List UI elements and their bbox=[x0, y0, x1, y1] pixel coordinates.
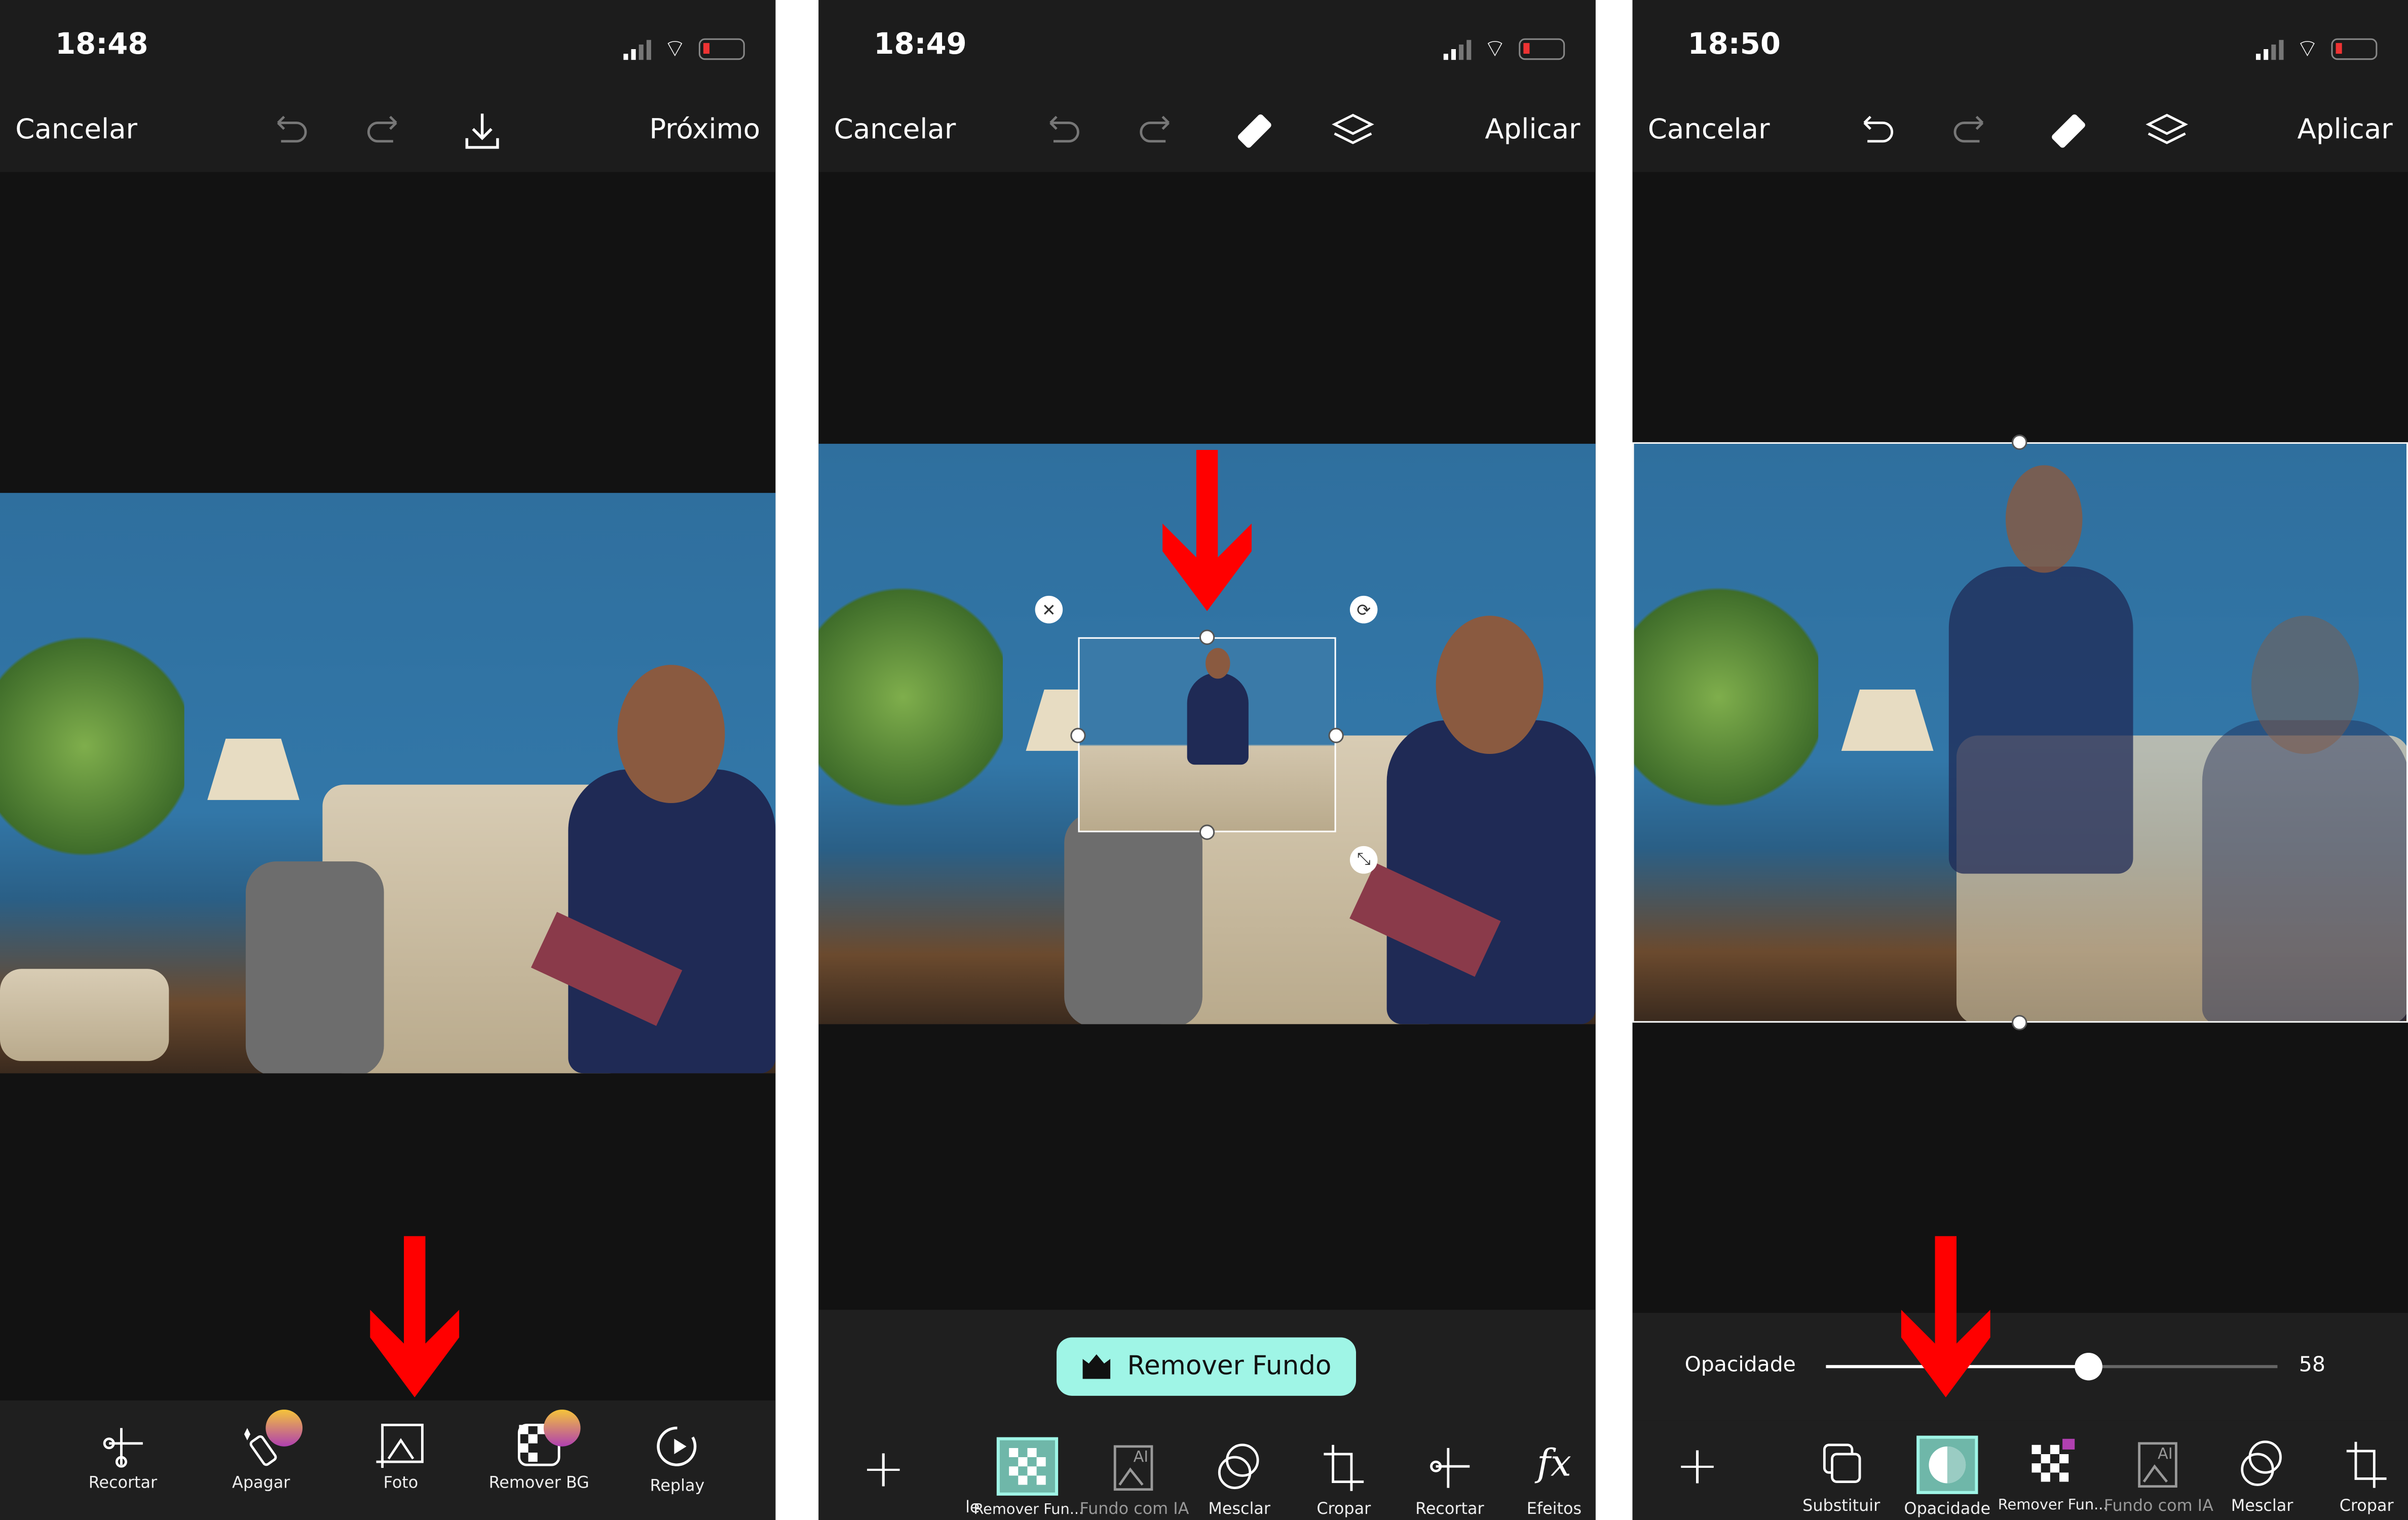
signal-icon bbox=[2255, 39, 2284, 59]
opacity-label: Opacidade bbox=[1684, 1352, 1796, 1378]
undo-icon[interactable] bbox=[1038, 107, 1084, 154]
delete-layer-icon[interactable]: ✕ bbox=[1035, 595, 1063, 624]
resize-handle-top[interactable] bbox=[1199, 629, 1215, 645]
crop-icon bbox=[1324, 1445, 1364, 1491]
red-arrow-annotation bbox=[370, 1236, 460, 1397]
cancel-button[interactable]: Cancelar bbox=[1648, 113, 1770, 146]
tool-mesclar[interactable]: Mesclar bbox=[1186, 1442, 1293, 1518]
remove-bg-icon bbox=[2031, 1438, 2075, 1482]
inserted-photo-layer[interactable] bbox=[1078, 637, 1336, 832]
editor-panel-1: 18:48 ⌔ Cancelar Próximo rs Recortar Apa… bbox=[0, 0, 776, 1520]
premium-crown-icon bbox=[543, 1410, 581, 1447]
signal-icon bbox=[623, 39, 651, 59]
opacity-slider-panel: Opacidade 58 bbox=[1632, 1313, 2408, 1421]
add-layer-button[interactable]: + bbox=[861, 1439, 905, 1500]
fx-icon: fx bbox=[1536, 1441, 1571, 1485]
resize-handle-top[interactable] bbox=[2012, 434, 2027, 450]
slider-thumb[interactable] bbox=[2074, 1352, 2102, 1381]
undo-icon[interactable] bbox=[266, 107, 312, 154]
tool-partial[interactable]: le bbox=[918, 1437, 980, 1517]
tool-fundo-com-ia[interactable]: AI Fundo com IA bbox=[1080, 1442, 1189, 1518]
wifi-icon: ⌔ bbox=[663, 33, 687, 63]
undo-icon[interactable] bbox=[1852, 107, 1898, 154]
tool-remover-fundo[interactable]: Remover Fun... bbox=[973, 1437, 1083, 1518]
scale-icon[interactable]: ⤡ bbox=[1349, 846, 1378, 874]
tool-mesclar[interactable]: Mesclar bbox=[2208, 1439, 2316, 1515]
editor-panel-3: 18:50 ⌔ Cancelar Aplicar Opacidade 58 + … bbox=[1632, 0, 2408, 1520]
bottom-toolbar: Remover Fundo + le Remover Fun... AI Fund… bbox=[818, 1310, 1596, 1520]
resize-handle-right[interactable] bbox=[1328, 728, 1344, 743]
tool-cropar[interactable]: Cropar bbox=[2313, 1439, 2408, 1515]
premium-crown-icon bbox=[266, 1410, 303, 1447]
bottom-toolbar: + Substituir Opacidade Remover Fun... AI… bbox=[1632, 1420, 2408, 1520]
battery-icon bbox=[698, 38, 745, 60]
tool-replay[interactable]: Replay bbox=[623, 1422, 731, 1496]
signal-icon bbox=[1443, 39, 1472, 59]
resize-handle-bottom[interactable] bbox=[1199, 824, 1215, 840]
ai-background-icon: AI bbox=[1113, 1445, 1153, 1491]
eraser-icon[interactable] bbox=[1233, 107, 1280, 154]
replace-icon bbox=[1823, 1443, 1861, 1483]
redo-icon[interactable] bbox=[362, 107, 408, 154]
remove-background-button[interactable]: Remover Fundo bbox=[1057, 1337, 1357, 1396]
apply-button[interactable]: Aplicar bbox=[2298, 113, 2393, 146]
blend-icon bbox=[1218, 1443, 1259, 1490]
blend-icon bbox=[2241, 1440, 2282, 1487]
cancel-button[interactable]: Cancelar bbox=[15, 113, 137, 146]
tool-substituir[interactable]: Substituir bbox=[1788, 1439, 1895, 1515]
tool-cropar[interactable]: Cropar bbox=[1290, 1442, 1398, 1518]
tool-recortar[interactable]: Recortar bbox=[1396, 1442, 1503, 1518]
battery-icon bbox=[2331, 38, 2378, 60]
remove-bg-icon bbox=[996, 1437, 1059, 1496]
tool-efeitos[interactable]: fx Efeitos bbox=[1500, 1442, 1596, 1519]
rotate-icon[interactable]: ⟳ bbox=[1349, 595, 1378, 624]
redo-icon[interactable] bbox=[1949, 107, 1995, 154]
canvas-photo[interactable] bbox=[0, 492, 776, 1074]
battery-icon bbox=[1519, 38, 1565, 60]
eraser-icon[interactable] bbox=[2047, 107, 2093, 154]
wifi-icon: ⌔ bbox=[2296, 33, 2319, 63]
apply-button[interactable]: Aplicar bbox=[1485, 113, 1580, 146]
ai-background-icon: AI bbox=[2138, 1442, 2177, 1488]
wifi-icon: ⌔ bbox=[1483, 33, 1507, 63]
status-time: 18:49 bbox=[874, 27, 967, 62]
svg-text:AI: AI bbox=[1134, 1448, 1149, 1466]
red-arrow-annotation bbox=[1901, 1236, 1990, 1397]
resize-handle-bottom[interactable] bbox=[2012, 1015, 2027, 1031]
replay-icon bbox=[657, 1426, 697, 1466]
tool-recortar[interactable]: Recortar bbox=[69, 1422, 176, 1493]
editor-panel-2: 18:49 ⌔ Cancelar Aplicar ✕ ⟳ ⤡ Remover F… bbox=[818, 0, 1596, 1520]
opacity-value: 58 bbox=[2299, 1352, 2325, 1378]
cancel-button[interactable]: Cancelar bbox=[834, 113, 956, 146]
add-layer-button[interactable]: + bbox=[1675, 1436, 1719, 1497]
next-button[interactable]: Próximo bbox=[649, 113, 760, 146]
tool-apagar[interactable]: Apagar bbox=[207, 1410, 315, 1493]
tool-remover-bg[interactable]: Remover BG bbox=[485, 1410, 593, 1493]
bottom-toolbar: rs Recortar Apagar Foto Remover BG Repla… bbox=[0, 1400, 776, 1520]
status-time: 18:48 bbox=[55, 27, 148, 62]
status-time: 18:50 bbox=[1687, 27, 1781, 62]
cutout-scissors-icon bbox=[1430, 1448, 1470, 1488]
redo-icon[interactable] bbox=[1135, 107, 1181, 154]
layers-icon[interactable] bbox=[1330, 107, 1376, 154]
crop-icon bbox=[2346, 1441, 2387, 1488]
tool-opacidade[interactable]: Opacidade bbox=[1894, 1435, 2001, 1518]
tool-remover-fundo[interactable]: Remover Fun... bbox=[1998, 1438, 2108, 1514]
tool-foto[interactable]: Foto bbox=[347, 1422, 455, 1493]
resize-handle-left[interactable] bbox=[1070, 728, 1086, 743]
tool-fundo-com-ia[interactable]: AI Fundo com IA bbox=[2104, 1439, 2213, 1515]
svg-text:AI: AI bbox=[2158, 1445, 2173, 1463]
tool-partial[interactable]: rs bbox=[0, 1422, 39, 1492]
add-photo-icon bbox=[376, 1423, 424, 1468]
premium-crown-icon bbox=[1082, 1354, 1111, 1379]
cutout-scissors-icon bbox=[103, 1428, 143, 1468]
layers-icon[interactable] bbox=[2144, 107, 2190, 154]
download-icon[interactable] bbox=[459, 107, 505, 154]
canvas-photo[interactable] bbox=[1632, 442, 2408, 1023]
opacity-icon bbox=[1916, 1435, 1978, 1494]
red-arrow-annotation bbox=[1162, 449, 1252, 612]
